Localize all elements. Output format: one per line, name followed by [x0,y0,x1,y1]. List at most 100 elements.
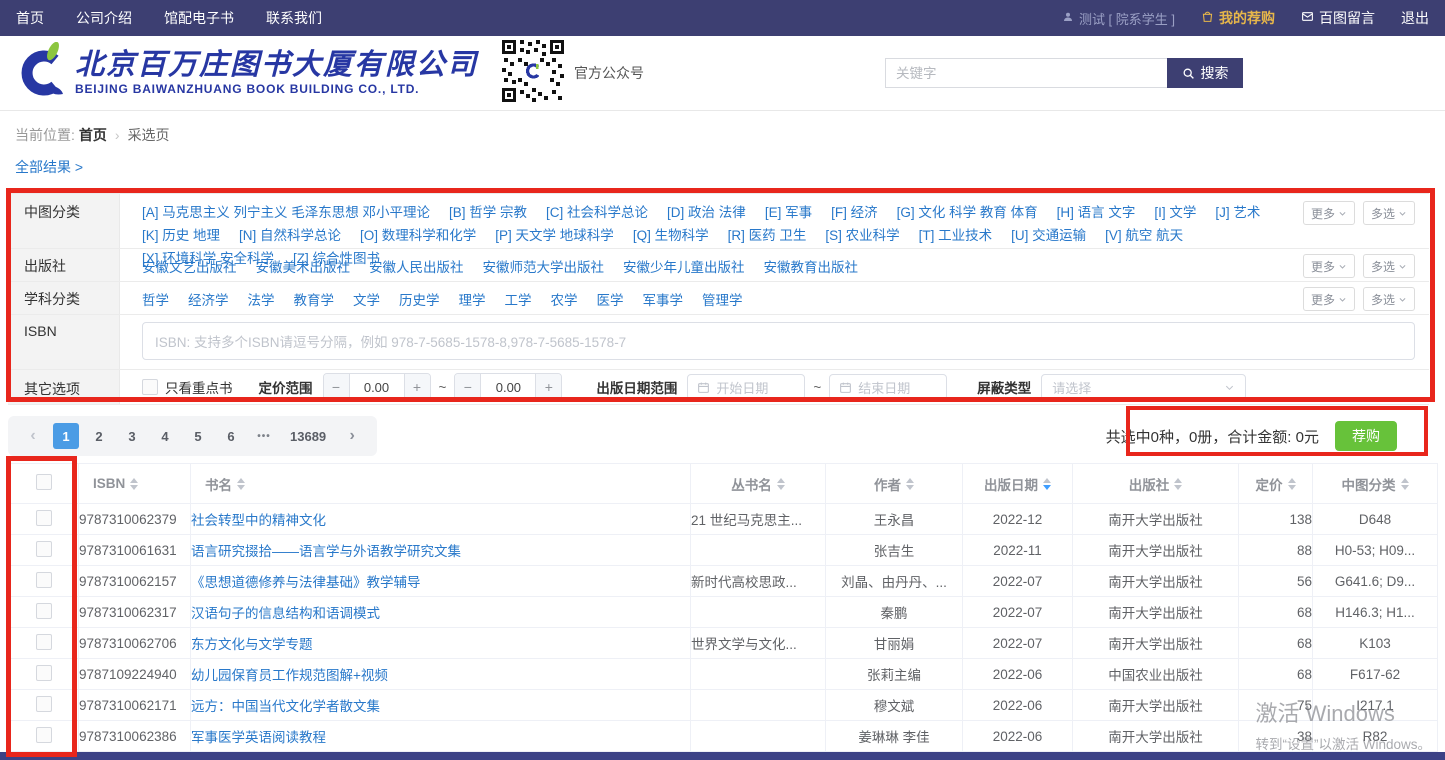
row-checkbox[interactable] [36,665,52,681]
subject-link[interactable]: 理学 [459,289,486,312]
book-title-link[interactable]: 东方文化与文学专题 [191,637,313,652]
nav-home[interactable]: 首页 [16,8,44,28]
subject-link[interactable]: 教育学 [294,289,335,312]
clc-link[interactable]: [G] 文化 科学 教育 体育 [897,201,1038,224]
book-title-link[interactable]: 军事医学英语阅读教程 [191,730,326,745]
page-button[interactable]: 5 [185,423,211,449]
row-checkbox[interactable] [36,541,52,557]
nav-contact[interactable]: 联系我们 [266,8,322,28]
clc-link[interactable]: [J] 艺术 [1215,201,1260,224]
book-title-link[interactable]: 幼儿园保育员工作规范图解+视频 [191,668,388,683]
nav-company-intro[interactable]: 公司介绍 [76,8,132,28]
start-date-input[interactable]: 开始日期 [687,374,805,400]
plus-button[interactable]: + [404,374,430,400]
clc-link[interactable]: [A] 马克思主义 列宁主义 毛泽东思想 邓小平理论 [142,201,430,224]
clc-link[interactable]: [H] 语言 文字 [1057,201,1136,224]
message-board-link[interactable]: 百图留言 [1301,8,1375,28]
row-checkbox[interactable] [36,510,52,526]
isbn-input[interactable] [142,322,1415,360]
page-button[interactable]: 1 [53,423,79,449]
minus-button[interactable]: − [455,374,481,400]
price-max-value[interactable]: 0.00 [481,374,535,400]
all-results-link[interactable]: 全部结果 > [15,157,83,174]
clc-link[interactable]: [R] 医药 卫生 [728,224,807,247]
nav-ebooks[interactable]: 馆配电子书 [164,8,234,28]
book-title-link[interactable]: 《思想道德修养与法律基础》教学辅导 [191,575,421,590]
publisher-link[interactable]: 安徽教育出版社 [764,256,859,279]
clc-link[interactable]: [C] 社会科学总论 [546,201,648,224]
last-page-button[interactable]: 13689 [284,423,332,449]
row-checkbox[interactable] [36,727,52,743]
recommend-button[interactable]: 荐购 [1335,421,1397,451]
row-checkbox[interactable] [36,634,52,650]
subject-link[interactable]: 医学 [597,289,624,312]
logout-link[interactable]: 退出 [1401,8,1429,28]
pagination-ellipsis[interactable]: ••• [251,423,277,449]
page-button[interactable]: 6 [218,423,244,449]
row-checkbox[interactable] [36,603,52,619]
multi-select-button[interactable]: 多选 [1363,254,1415,278]
clc-link[interactable]: [U] 交通运输 [1011,224,1086,247]
page-button[interactable]: 3 [119,423,145,449]
col-header-clc[interactable]: 中图分类 [1313,464,1438,504]
price-min-value[interactable]: 0.00 [350,374,404,400]
my-recommend-link[interactable]: 我的荐购 [1201,8,1275,28]
col-header-isbn[interactable]: ISBN [79,464,191,504]
subject-link[interactable]: 工学 [505,289,532,312]
publisher-link[interactable]: 安徽人民出版社 [369,256,464,279]
subject-link[interactable]: 哲学 [142,289,169,312]
block-type-select[interactable]: 请选择 [1041,374,1246,400]
subject-link[interactable]: 经济学 [188,289,229,312]
multi-select-button[interactable]: 多选 [1363,287,1415,311]
clc-link[interactable]: [Q] 生物科学 [633,224,709,247]
prev-page-button[interactable]: ‹ [20,423,46,449]
minus-button[interactable]: − [324,374,350,400]
search-input[interactable] [885,58,1167,88]
clc-link[interactable]: [D] 政治 法律 [667,201,746,224]
more-button[interactable]: 更多 [1303,287,1355,311]
row-checkbox[interactable] [36,696,52,712]
clc-link[interactable]: [P] 天文学 地球科学 [495,224,614,247]
select-all-checkbox[interactable] [36,474,52,490]
clc-link[interactable]: [N] 自然科学总论 [239,224,341,247]
user-info[interactable]: 测试 [ 院系学生 ] [1062,9,1175,28]
subject-link[interactable]: 历史学 [399,289,440,312]
publisher-link[interactable]: 安徽师范大学出版社 [483,256,605,279]
subject-link[interactable]: 军事学 [643,289,684,312]
publisher-link[interactable]: 安徽文艺出版社 [142,256,237,279]
col-header-author[interactable]: 作者 [826,464,963,504]
clc-link[interactable]: [I] 文学 [1154,201,1196,224]
book-title-link[interactable]: 远方：中国当代文化学者散文集 [191,699,380,714]
key-books-checkbox[interactable] [142,379,158,395]
subject-link[interactable]: 文学 [353,289,380,312]
breadcrumb-home[interactable]: 首页 [79,127,107,143]
plus-button[interactable]: + [535,374,561,400]
page-button[interactable]: 4 [152,423,178,449]
more-button[interactable]: 更多 [1303,254,1355,278]
next-page-button[interactable]: › [339,423,365,449]
clc-link[interactable]: [V] 航空 航天 [1105,224,1183,247]
col-header-price[interactable]: 定价 [1239,464,1313,504]
clc-link[interactable]: [S] 农业科学 [825,224,899,247]
col-header-series[interactable]: 丛书名 [691,464,826,504]
page-button[interactable]: 2 [86,423,112,449]
search-button[interactable]: 搜索 [1167,58,1243,88]
book-title-link[interactable]: 语言研究掇拾——语言学与外语教学研究文集 [191,544,461,559]
clc-link[interactable]: [O] 数理科学和化学 [360,224,476,247]
book-title-link[interactable]: 社会转型中的精神文化 [191,513,326,528]
publisher-link[interactable]: 安徽美术出版社 [256,256,351,279]
subject-link[interactable]: 农学 [551,289,578,312]
col-header-publisher[interactable]: 出版社 [1073,464,1239,504]
clc-link[interactable]: [K] 历史 地理 [142,224,220,247]
subject-link[interactable]: 管理学 [702,289,743,312]
col-header-pubdate[interactable]: 出版日期 [963,464,1073,504]
row-checkbox[interactable] [36,572,52,588]
clc-link[interactable]: [B] 哲学 宗教 [449,201,527,224]
end-date-input[interactable]: 结束日期 [829,374,947,400]
multi-select-button[interactable]: 多选 [1363,201,1415,225]
col-header-title[interactable]: 书名 [191,464,691,504]
clc-link[interactable]: [T] 工业技术 [919,224,993,247]
clc-link[interactable]: [F] 经济 [831,201,878,224]
company-logo[interactable]: 北京百万庄图书大厦有限公司 BEIJING BAIWANZHUANG BOOK … [15,42,478,105]
clc-link[interactable]: [E] 军事 [765,201,812,224]
